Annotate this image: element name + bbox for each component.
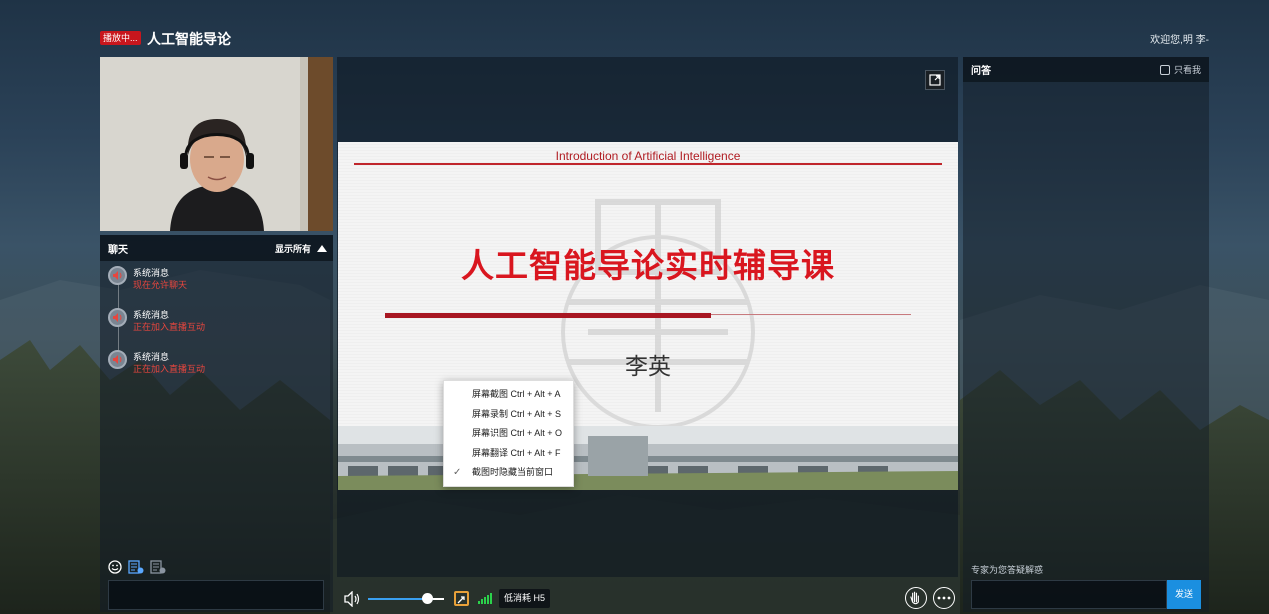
doc-icon[interactable] — [128, 560, 144, 574]
message-text: 现在允许聊天 — [133, 280, 188, 290]
message-text: 正在加入直播互动 — [133, 364, 206, 374]
low-power-mode-button[interactable]: 低消耗 H5 — [499, 589, 551, 608]
message-sender: 系统消息 — [133, 310, 170, 320]
qa-header: 问答 只看我 — [963, 57, 1209, 82]
slide-header-rule — [354, 163, 942, 165]
campus-building-image — [338, 426, 958, 490]
speaker-icon — [108, 266, 127, 285]
only-me-checkbox[interactable] — [1159, 64, 1170, 75]
slide-title: 人工智能导论实时辅导课 — [461, 246, 835, 285]
slide-divider-thin — [711, 314, 911, 315]
message-text: 正在加入直播互动 — [133, 322, 206, 332]
checkmark-icon: ✓ — [453, 467, 462, 478]
qa-panel: 问答 只看我 专家为您答疑解惑 发送 — [963, 57, 1209, 612]
menu-item-screen-record[interactable]: 屏幕录制 Ctrl + Alt + S — [444, 405, 573, 425]
only-me-toggle[interactable]: 只看我 — [1159, 63, 1201, 76]
qa-input[interactable] — [971, 580, 1167, 609]
slide-divider-bold — [385, 313, 711, 318]
live-status-badge: 播放中... — [100, 31, 141, 45]
player-toolbar: 低消耗 H5 — [337, 584, 958, 614]
course-title: 人工智能导论 — [147, 31, 231, 47]
raise-hand-icon — [910, 591, 919, 605]
only-me-label: 只看我 — [1173, 65, 1201, 75]
menu-item-screen-translate[interactable]: 屏幕翻译 Ctrl + Alt + F — [444, 444, 573, 464]
volume-icon[interactable] — [344, 591, 362, 607]
speaker-icon — [108, 350, 127, 369]
app-header: 播放中... 人工智能导论 欢迎您,明 李- — [0, 0, 1269, 56]
emoji-icon[interactable] — [108, 560, 122, 574]
menu-item-hide-window-label: 截图时隐藏当前窗口 — [472, 467, 554, 477]
more-options-button[interactable] — [933, 587, 955, 609]
signal-strength-icon — [478, 593, 492, 604]
screen-switch-button[interactable] — [454, 591, 469, 606]
send-button[interactable]: 发送 — [1167, 580, 1201, 609]
chat-toolbar — [108, 560, 166, 574]
qa-title: 问答 — [971, 66, 991, 77]
volume-slider-rest — [433, 598, 444, 600]
message-sender: 系统消息 — [133, 352, 170, 362]
caret-up-icon — [317, 244, 327, 252]
menu-item-screen-ocr[interactable]: 屏幕识图 Ctrl + Alt + O — [444, 424, 573, 444]
fullscreen-button[interactable] — [925, 70, 945, 90]
slide: Introduction of Artificial Intelligence … — [338, 142, 958, 490]
chat-filter-toggle[interactable]: 显示所有 — [275, 242, 327, 255]
teacher-camera-feed — [100, 57, 333, 231]
chat-message: 系统消息 正在加入直播互动 — [108, 308, 205, 334]
teacher-video-image — [100, 57, 333, 231]
chat-message: 系统消息 现在允许聊天 — [108, 266, 187, 292]
expand-icon — [929, 74, 941, 86]
chat-input[interactable] — [108, 580, 324, 610]
menu-item-hide-window[interactable]: ✓ 截图时隐藏当前窗口 — [444, 463, 573, 483]
screenshot-context-menu: 屏幕截图 Ctrl + Alt + A 屏幕录制 Ctrl + Alt + S … — [443, 380, 574, 487]
message-sender: 系统消息 — [133, 268, 170, 278]
chat-message: 系统消息 正在加入直播互动 — [108, 350, 205, 376]
slide-author: 李英 — [625, 354, 671, 380]
chat-filter-label: 显示所有 — [274, 243, 311, 254]
presentation-stage: Introduction of Artificial Intelligence … — [337, 57, 958, 609]
chat-header: 聊天 显示所有 — [100, 235, 333, 261]
welcome-user-menu[interactable]: 欢迎您,明 李- — [1150, 31, 1209, 46]
volume-slider-handle[interactable] — [422, 593, 433, 604]
chat-title: 聊天 — [108, 244, 128, 256]
menu-item-screenshot[interactable]: 屏幕截图 Ctrl + Alt + A — [444, 385, 573, 405]
more-dots-icon — [937, 596, 951, 600]
switch-icon — [457, 596, 465, 604]
chat-panel: 聊天 显示所有 系统消息 现在允许聊天 系统消息 正在加入直播互动 系统消息 正… — [100, 235, 333, 612]
doc-icon-2[interactable] — [150, 560, 166, 574]
slide-header-text: Introduction of Artificial Intelligence — [555, 149, 741, 163]
raise-hand-button[interactable] — [905, 587, 927, 609]
qa-hint: 专家为您答疑解惑 — [971, 565, 1044, 575]
speaker-icon — [108, 308, 127, 327]
